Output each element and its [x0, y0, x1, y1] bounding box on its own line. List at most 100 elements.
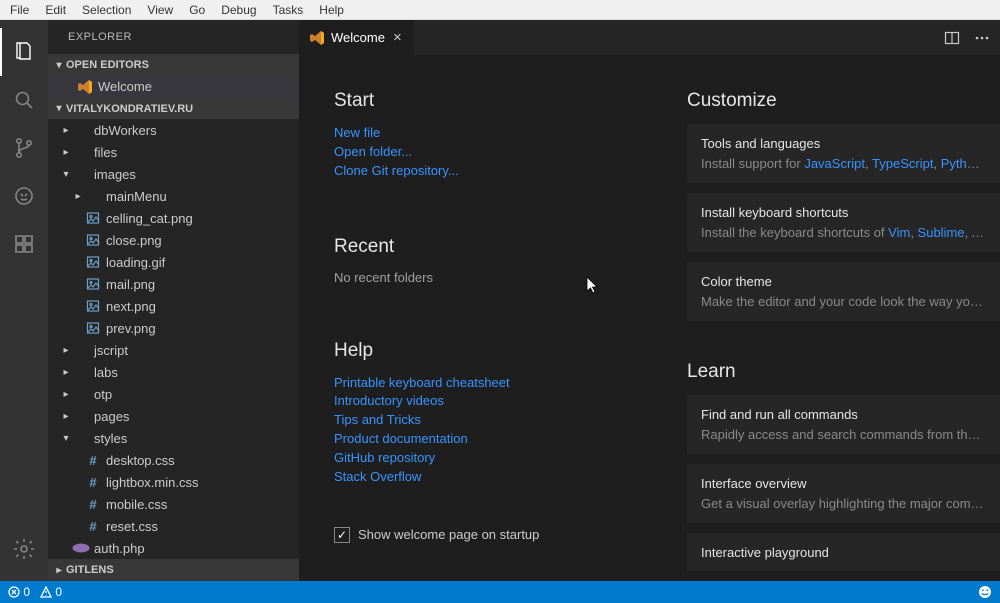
open-editors-tree: Welcome — [48, 76, 299, 98]
welcome-right-col: Customize Tools and languages Install su… — [687, 90, 1000, 581]
image-icon — [84, 321, 102, 335]
activity-settings[interactable] — [0, 525, 48, 573]
status-feedback[interactable] — [978, 585, 992, 599]
split-editor-icon[interactable] — [944, 30, 960, 46]
chevron-right-icon: ▸ — [60, 389, 72, 400]
activity-source-control[interactable] — [0, 124, 48, 172]
section-open-editors[interactable]: ▾ OPEN EDITORS — [48, 54, 299, 76]
section-project[interactable]: ▾ VITALYKONDRATIEV.RU — [48, 98, 299, 120]
activity-explorer[interactable] — [0, 28, 48, 76]
link-cheatsheet[interactable]: Printable keyboard cheatsheet — [334, 374, 647, 393]
section-label: GITLENS — [66, 564, 114, 576]
menu-debug[interactable]: Debug — [213, 1, 264, 19]
menu-selection[interactable]: Selection — [74, 1, 139, 19]
git-branch-icon — [12, 136, 36, 160]
status-bar: 0 0 — [0, 581, 1000, 603]
tree-file[interactable]: auth.php — [48, 537, 299, 559]
card-interactive-playground[interactable]: Interactive playground — [687, 533, 1000, 571]
tree-file[interactable]: prev.png — [48, 317, 299, 339]
tree-folder[interactable]: ▾images — [48, 163, 299, 185]
tree-folder[interactable]: ▸jscript — [48, 339, 299, 361]
tree-folder[interactable]: ▸mainMenu — [48, 185, 299, 207]
card-keyboard-shortcuts[interactable]: Install keyboard shortcuts Install the k… — [687, 193, 1000, 252]
tree-folder[interactable]: ▸pages — [48, 405, 299, 427]
open-editor-item[interactable]: Welcome — [48, 76, 299, 98]
php-icon — [72, 543, 90, 553]
more-icon[interactable] — [974, 30, 990, 46]
card-title: Tools and languages — [701, 136, 986, 151]
card-color-theme[interactable]: Color theme Make the editor and your cod… — [687, 262, 1000, 321]
tree-file[interactable]: #reset.css — [48, 515, 299, 537]
menu-file[interactable]: File — [2, 1, 37, 19]
tree-file[interactable]: loading.gif — [48, 251, 299, 273]
extensions-icon — [12, 232, 36, 256]
link-stackoverflow[interactable]: Stack Overflow — [334, 468, 647, 487]
link-new-file[interactable]: New file — [334, 124, 647, 143]
help-heading: Help — [334, 340, 647, 362]
image-icon — [84, 255, 102, 269]
image-icon — [84, 277, 102, 291]
tab-welcome[interactable]: Welcome × — [299, 20, 414, 55]
sidebar-title: EXPLORER — [48, 20, 299, 54]
tree-label: reset.css — [106, 519, 158, 534]
tree-file[interactable]: #desktop.css — [48, 449, 299, 471]
chevron-right-icon: ▸ — [60, 147, 72, 158]
link-clone-repo[interactable]: Clone Git repository... — [334, 162, 647, 181]
error-icon — [8, 586, 20, 598]
card-tools-languages[interactable]: Tools and languages Install support for … — [687, 124, 1000, 183]
editor-area: Welcome × Start New file Open folder... … — [299, 20, 1000, 581]
activity-search[interactable] — [0, 76, 48, 124]
tree-file[interactable]: next.png — [48, 295, 299, 317]
files-icon — [12, 40, 36, 64]
section-gitlens[interactable]: ▸ GITLENS — [48, 559, 299, 581]
link-docs[interactable]: Product documentation — [334, 430, 647, 449]
sidebar: EXPLORER ▾ OPEN EDITORS Welcome ▾ VITALY… — [48, 20, 299, 581]
status-warnings[interactable]: 0 — [40, 585, 62, 599]
chevron-down-icon: ▾ — [52, 103, 66, 114]
tree-label: desktop.css — [106, 453, 175, 468]
tree-folder[interactable]: ▸ files — [48, 141, 299, 163]
tree-file[interactable]: mail.png — [48, 273, 299, 295]
chevron-down-icon: ▾ — [52, 60, 66, 71]
link-open-folder[interactable]: Open folder... — [334, 143, 647, 162]
link-intro-videos[interactable]: Introductory videos — [334, 392, 647, 411]
image-icon — [84, 233, 102, 247]
menu-go[interactable]: Go — [181, 1, 213, 19]
tree-folder[interactable]: ▸labs — [48, 361, 299, 383]
tree-folder[interactable]: ▸ otp — [48, 383, 299, 405]
link-github[interactable]: GitHub repository — [334, 449, 647, 468]
startup-checkbox-row[interactable]: ✓ Show welcome page on startup — [334, 527, 647, 543]
checkbox-icon[interactable]: ✓ — [334, 527, 350, 543]
checkbox-label: Show welcome page on startup — [358, 527, 539, 542]
card-find-commands[interactable]: Find and run all commands Rapidly access… — [687, 395, 1000, 454]
card-title: Find and run all commands — [701, 407, 986, 422]
tree-file[interactable]: #lightbox.min.css — [48, 471, 299, 493]
card-desc: Rapidly access and search commands from … — [701, 427, 986, 442]
open-editor-label: Welcome — [98, 79, 152, 94]
activity-debug[interactable] — [0, 172, 48, 220]
menu-help[interactable]: Help — [311, 1, 352, 19]
tree-file[interactable]: close.png — [48, 229, 299, 251]
link-tips[interactable]: Tips and Tricks — [334, 411, 647, 430]
tree-folder[interactable]: ▸dbWorkers — [48, 119, 299, 141]
tab-bar: Welcome × — [299, 20, 1000, 55]
menu-edit[interactable]: Edit — [37, 1, 74, 19]
close-icon[interactable]: × — [391, 29, 404, 46]
activity-extensions[interactable] — [0, 220, 48, 268]
tab-label: Welcome — [331, 30, 385, 45]
tree-file[interactable]: celling_cat.png — [48, 207, 299, 229]
menu-view[interactable]: View — [139, 1, 181, 19]
tree-label: files — [94, 145, 117, 160]
tree-file[interactable]: #mobile.css — [48, 493, 299, 515]
status-errors[interactable]: 0 — [8, 585, 30, 599]
tree-label: otp — [94, 387, 112, 402]
menu-tasks[interactable]: Tasks — [265, 1, 312, 19]
card-desc: Install the keyboard shortcuts of Vim, S… — [701, 225, 986, 240]
help-section: Help Printable keyboard cheatsheet Intro… — [334, 340, 647, 487]
card-interface-overview[interactable]: Interface overview Get a visual overlay … — [687, 464, 1000, 523]
tree-folder[interactable]: ▾styles — [48, 427, 299, 449]
tree-label: loading.gif — [106, 255, 165, 270]
chevron-down-icon: ▾ — [60, 433, 72, 444]
tree-label: auth.php — [94, 541, 145, 556]
tree-label: prev.png — [106, 321, 156, 336]
